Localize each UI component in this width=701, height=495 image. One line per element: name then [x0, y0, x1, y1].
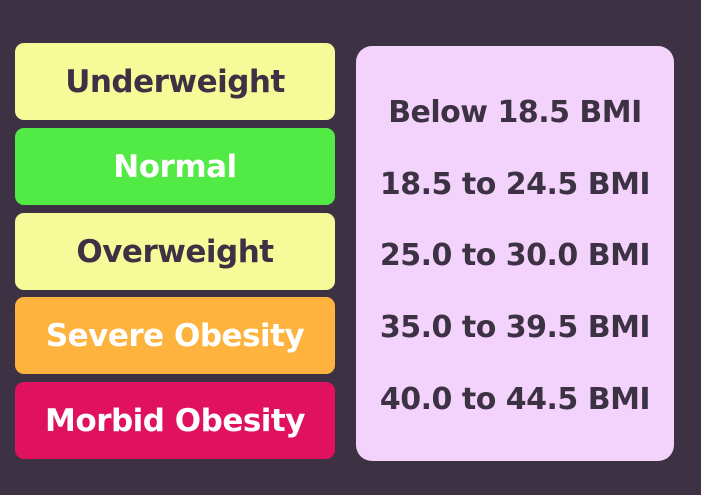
category-morbid-obesity: Morbid Obesity: [15, 382, 335, 459]
category-overweight: Overweight: [15, 213, 335, 290]
range-morbid-obesity: 40.0 to 44.5 BMI: [379, 382, 651, 417]
category-underweight: Underweight: [15, 43, 335, 120]
range-severe-obesity: 35.0 to 39.5 BMI: [379, 310, 651, 345]
range-underweight: Below 18.5 BMI: [388, 95, 642, 130]
range-overweight: 25.0 to 30.0 BMI: [379, 238, 651, 273]
bmi-range-panel: Below 18.5 BMI 18.5 to 24.5 BMI 25.0 to …: [356, 46, 674, 461]
category-severe-obesity: Severe Obesity: [15, 297, 335, 374]
range-normal: 18.5 to 24.5 BMI: [379, 167, 651, 202]
category-normal: Normal: [15, 128, 335, 205]
